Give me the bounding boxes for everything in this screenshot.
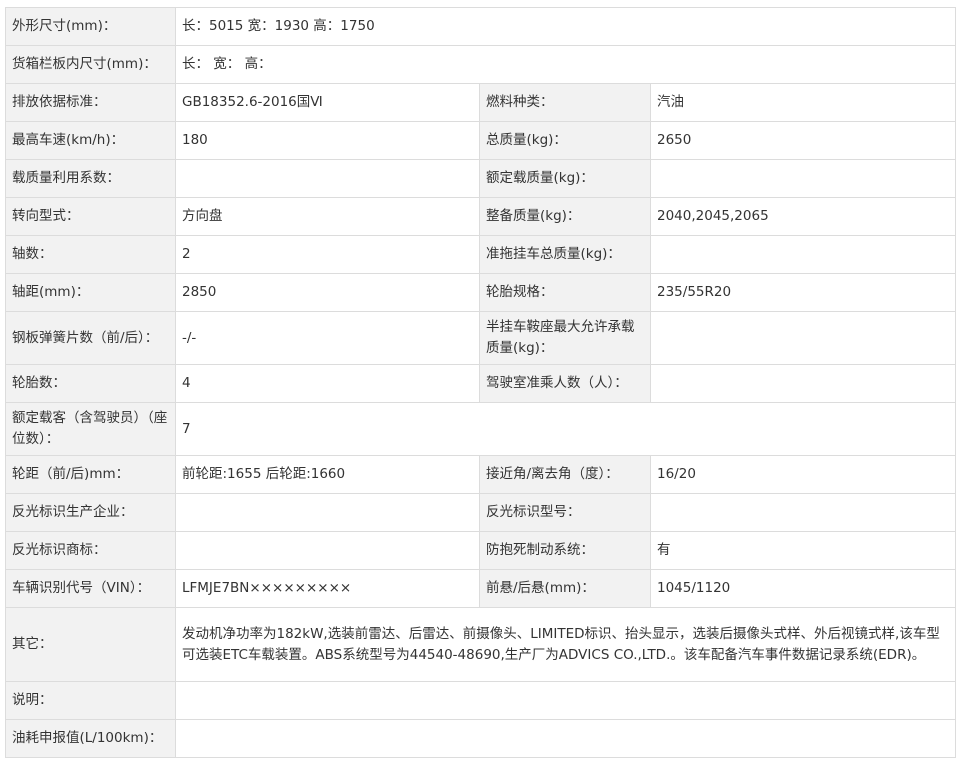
spec-value: 方向盘 bbox=[175, 197, 480, 236]
table-row: 钢板弹簧片数（前/后）： -/- 半挂车鞍座最大允许承载质量(kg)： bbox=[5, 311, 957, 365]
spec-value bbox=[649, 364, 957, 403]
spec-label: 钢板弹簧片数（前/后）： bbox=[5, 311, 176, 365]
spec-label: 额定载客（含驾驶员）（座位数）： bbox=[5, 402, 176, 456]
table-row: 轮距（前/后)mm： 前轮距:1655 后轮距:1660 接近角/离去角（度）：… bbox=[5, 455, 957, 494]
table-row: 货箱栏板内尺寸(mm)： 长： 宽： 高： bbox=[5, 45, 957, 84]
spec-label: 防抱死制动系统： bbox=[479, 531, 651, 570]
spec-label: 整备质量(kg)： bbox=[479, 197, 651, 236]
spec-value bbox=[649, 493, 957, 532]
table-row: 其它： 发动机净功率为182kW,选装前雷达、后雷达、前摄像头、LIMITED标… bbox=[5, 607, 957, 682]
spec-label: 额定载质量(kg)： bbox=[479, 159, 651, 198]
spec-value bbox=[174, 719, 957, 758]
spec-label: 转向型式： bbox=[5, 197, 176, 236]
spec-label: 前悬/后悬(mm)： bbox=[479, 569, 651, 608]
table-row: 转向型式： 方向盘 整备质量(kg)： 2040,2045,2065 bbox=[5, 197, 957, 236]
spec-label: 外形尺寸(mm)： bbox=[5, 7, 176, 46]
spec-value: 2650 bbox=[649, 121, 957, 160]
spec-label: 反光标识生产企业： bbox=[5, 493, 176, 532]
spec-value bbox=[174, 681, 957, 720]
spec-value: -/- bbox=[175, 311, 480, 365]
spec-value: GB18352.6-2016国Ⅵ bbox=[175, 83, 480, 122]
spec-value bbox=[649, 159, 957, 198]
spec-label: 准拖挂车总质量(kg)： bbox=[479, 235, 651, 274]
spec-label: 最高车速(km/h)： bbox=[5, 121, 176, 160]
spec-value: 前轮距:1655 后轮距:1660 bbox=[175, 455, 480, 494]
table-row: 额定载客（含驾驶员）（座位数）： 7 bbox=[5, 402, 957, 456]
spec-label: 轮胎规格： bbox=[479, 273, 651, 312]
spec-value: 2850 bbox=[175, 273, 480, 312]
table-row: 最高车速(km/h)： 180 总质量(kg)： 2650 bbox=[5, 121, 957, 160]
spec-label: 货箱栏板内尺寸(mm)： bbox=[5, 45, 176, 84]
spec-label: 说明： bbox=[5, 681, 176, 720]
table-row: 油耗申报值(L/100km)： bbox=[5, 719, 957, 758]
spec-value: 235/55R20 bbox=[649, 273, 957, 312]
table-row: 说明： bbox=[5, 681, 957, 720]
spec-value: 2 bbox=[175, 235, 480, 274]
spec-value bbox=[175, 531, 480, 570]
spec-value: 16/20 bbox=[649, 455, 957, 494]
spec-value: 发动机净功率为182kW,选装前雷达、后雷达、前摄像头、LIMITED标识、抬头… bbox=[174, 607, 957, 682]
table-row: 反光标识生产企业： 反光标识型号： bbox=[5, 493, 957, 532]
spec-label: 反光标识型号： bbox=[479, 493, 651, 532]
spec-label: 轴距(mm)： bbox=[5, 273, 176, 312]
table-row: 反光标识商标： 防抱死制动系统： 有 bbox=[5, 531, 957, 570]
spec-label: 总质量(kg)： bbox=[479, 121, 651, 160]
table-row: 轴距(mm)： 2850 轮胎规格： 235/55R20 bbox=[5, 273, 957, 312]
spec-label: 驾驶室准乘人数（人）： bbox=[479, 364, 651, 403]
spec-value: 7 bbox=[174, 402, 957, 456]
spec-label: 轮胎数： bbox=[5, 364, 176, 403]
table-row: 轮胎数： 4 驾驶室准乘人数（人）： bbox=[5, 364, 957, 403]
spec-value bbox=[175, 159, 480, 198]
spec-value: 长： 宽： 高： bbox=[174, 45, 957, 84]
table-row: 外形尺寸(mm)： 长：5015 宽：1930 高：1750 bbox=[5, 7, 957, 46]
spec-value bbox=[175, 493, 480, 532]
spec-label: 半挂车鞍座最大允许承载质量(kg)： bbox=[479, 311, 651, 365]
spec-value: 2040,2045,2065 bbox=[649, 197, 957, 236]
table-row: 轴数： 2 准拖挂车总质量(kg)： bbox=[5, 235, 957, 274]
spec-value bbox=[649, 311, 957, 365]
table-row: 排放依据标准： GB18352.6-2016国Ⅵ 燃料种类： 汽油 bbox=[5, 83, 957, 122]
spec-label: 油耗申报值(L/100km)： bbox=[5, 719, 176, 758]
spec-value: 汽油 bbox=[649, 83, 957, 122]
spec-value: LFMJE7BN××××××××× bbox=[175, 569, 480, 608]
spec-value: 有 bbox=[649, 531, 957, 570]
table-row: 车辆识别代号（VIN）： LFMJE7BN××××××××× 前悬/后悬(mm)… bbox=[5, 569, 957, 608]
spec-value bbox=[649, 235, 957, 274]
spec-value: 180 bbox=[175, 121, 480, 160]
spec-label: 轮距（前/后)mm： bbox=[5, 455, 176, 494]
spec-label: 接近角/离去角（度）： bbox=[479, 455, 651, 494]
spec-label: 其它： bbox=[5, 607, 176, 682]
spec-label: 反光标识商标： bbox=[5, 531, 176, 570]
spec-label: 排放依据标准： bbox=[5, 83, 176, 122]
spec-label: 轴数： bbox=[5, 235, 176, 274]
spec-label: 车辆识别代号（VIN）： bbox=[5, 569, 176, 608]
spec-label: 载质量利用系数： bbox=[5, 159, 176, 198]
spec-value: 长：5015 宽：1930 高：1750 bbox=[174, 7, 957, 46]
spec-label: 燃料种类： bbox=[479, 83, 651, 122]
vehicle-spec-table: 外形尺寸(mm)： 长：5015 宽：1930 高：1750 货箱栏板内尺寸(m… bbox=[5, 7, 957, 758]
spec-value: 4 bbox=[175, 364, 480, 403]
spec-value: 1045/1120 bbox=[649, 569, 957, 608]
table-row: 载质量利用系数： 额定载质量(kg)： bbox=[5, 159, 957, 198]
